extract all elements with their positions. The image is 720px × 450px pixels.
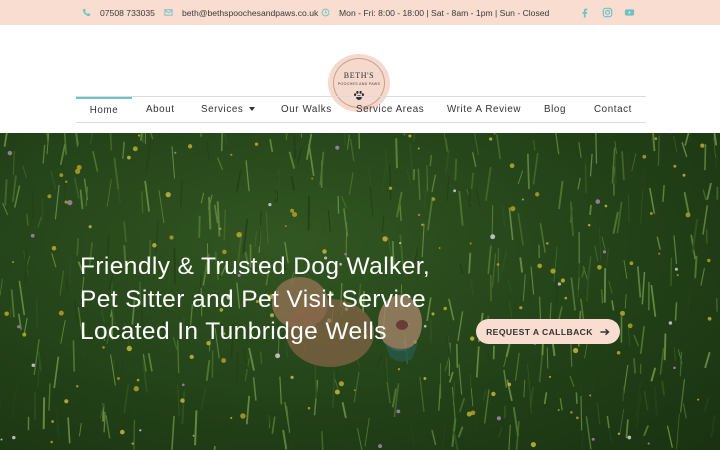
phone-contact[interactable]: 07508 733035 <box>80 0 155 25</box>
top-bar: 07508 733035 beth@bethspoochesandpaws.co… <box>0 0 720 25</box>
instagram-icon <box>602 7 613 18</box>
nav-item-contact[interactable]: Contact <box>594 97 632 122</box>
envelope-icon <box>162 7 174 19</box>
nav-label: Write A Review <box>447 104 522 115</box>
nav-label: About <box>146 104 175 115</box>
clock-icon <box>319 7 331 19</box>
phone-number[interactable]: 07508 733035 <box>100 8 155 18</box>
main-navigation: Home About Services Our Walks Service Ar… <box>76 96 646 123</box>
facebook-link[interactable] <box>579 0 590 25</box>
hours-text: Mon - Fri: 8:00 - 18:00 | Sat - 8am - 1p… <box>339 7 550 18</box>
nav-item-our-walks[interactable]: Our Walks <box>281 97 332 122</box>
email-address[interactable]: beth@bethspoochesandpaws.co.uk <box>182 8 318 18</box>
phone-icon <box>80 7 92 19</box>
opening-hours: Mon - Fri: 8:00 - 18:00 | Sat - 8am - 1p… <box>319 0 549 25</box>
cta-label: REQUEST A CALLBACK <box>486 326 593 337</box>
nav-item-home[interactable]: Home <box>76 97 132 122</box>
nav-label: Contact <box>594 104 632 115</box>
nav-label: Our Walks <box>281 104 332 115</box>
youtube-icon <box>624 9 635 16</box>
arrow-right-icon <box>600 328 610 335</box>
nav-item-about[interactable]: About <box>146 97 175 122</box>
email-contact[interactable]: beth@bethspoochesandpaws.co.uk <box>162 0 318 25</box>
nav-label: Blog <box>544 104 567 115</box>
nav-item-services[interactable]: Services <box>201 97 256 122</box>
hero-title: Friendly & Trusted Dog Walker, Pet Sitte… <box>80 253 431 345</box>
request-callback-button[interactable]: REQUEST A CALLBACK <box>476 319 620 344</box>
youtube-link[interactable] <box>624 0 635 25</box>
nav-label: Service Areas <box>356 104 425 115</box>
instagram-link[interactable] <box>602 0 613 25</box>
nav-item-write-a-review[interactable]: Write A Review <box>447 97 521 122</box>
nav-label: Home <box>89 105 119 116</box>
nav-item-service-areas[interactable]: Service Areas <box>356 97 424 122</box>
site-header: BETH'S POOCHES AND PAWS Home About Servi… <box>0 25 720 133</box>
hero-section: Friendly & Trusted Dog Walker, Pet Sitte… <box>0 133 720 450</box>
facebook-icon <box>582 8 588 18</box>
nav-label: Services <box>201 104 244 115</box>
logo-subtitle: POOCHES AND PAWS <box>337 82 381 86</box>
logo-title: BETH'S <box>343 71 375 80</box>
nav-item-blog[interactable]: Blog <box>544 97 566 122</box>
caret-down-icon <box>249 107 256 112</box>
